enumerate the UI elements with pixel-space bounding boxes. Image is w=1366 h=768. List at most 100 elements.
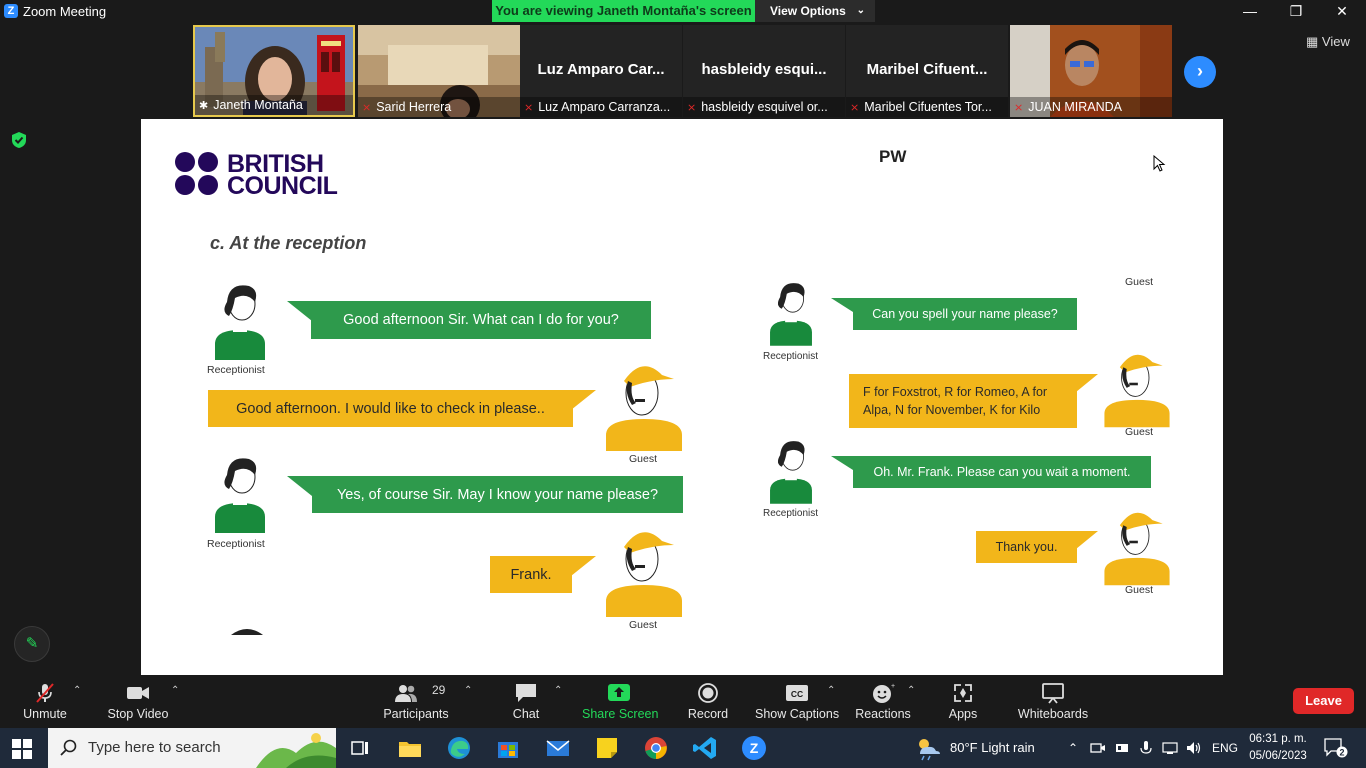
windows-start-icon[interactable] bbox=[12, 739, 32, 759]
taskbar-clock[interactable]: 06:31 p. m. 05/06/2023 bbox=[1247, 731, 1309, 765]
muted-mic-icon: ⨯ bbox=[850, 102, 860, 114]
whiteboards-button[interactable]: Whiteboards bbox=[1016, 675, 1090, 728]
volume-icon[interactable] bbox=[1186, 740, 1202, 756]
participant-tile[interactable]: Maribel Cifuent... ⨯ Maribel Cifuentes To… bbox=[846, 25, 1008, 117]
dialog-bubble: Can you spell your name please? bbox=[853, 298, 1077, 330]
record-button[interactable]: Record bbox=[686, 675, 730, 728]
close-button[interactable]: ✕ bbox=[1319, 0, 1365, 22]
pin-icon: ✱ bbox=[199, 100, 209, 112]
dialog-bubble: Good afternoon Sir. What can I do for yo… bbox=[311, 301, 651, 339]
chrome-browser-icon[interactable] bbox=[642, 734, 670, 762]
participant-tile[interactable]: hasbleidy esqui... ⨯ hasbleidy esquivel o… bbox=[683, 25, 845, 117]
chat-caret-icon[interactable]: ⌃ bbox=[554, 685, 562, 696]
show-captions-button[interactable]: CC Show Captions bbox=[755, 675, 839, 728]
bubble-tail bbox=[287, 476, 312, 496]
zoom-app-icon[interactable]: Z bbox=[740, 734, 768, 762]
svg-text:Z: Z bbox=[750, 740, 759, 756]
bubble-tail bbox=[1076, 531, 1098, 549]
dialog-bubble: Frank. bbox=[490, 556, 572, 593]
chat-button[interactable]: Chat bbox=[506, 675, 546, 728]
speaker-caption: Guest bbox=[1125, 276, 1154, 288]
participant-tile[interactable]: Luz Amparo Car... ⨯ Luz Amparo Carranza..… bbox=[520, 25, 682, 117]
chat-bubble-icon bbox=[516, 684, 536, 702]
usb-drive-icon[interactable] bbox=[1114, 740, 1130, 756]
logo-text: BRITISH COUNCIL bbox=[227, 150, 338, 200]
language-indicator[interactable]: ENG bbox=[1212, 728, 1238, 768]
weather-text[interactable]: 80°F Light rain bbox=[950, 728, 1035, 768]
restore-button[interactable]: ❐ bbox=[1273, 0, 1319, 22]
view-options-label: View Options bbox=[770, 4, 846, 18]
participants-label: Participants bbox=[383, 707, 449, 721]
captions-cc-icon: CC bbox=[786, 685, 808, 701]
leave-button[interactable]: Leave bbox=[1293, 688, 1354, 714]
security-shield-icon[interactable] bbox=[11, 131, 27, 149]
muted-mic-icon bbox=[36, 683, 54, 703]
participant-big-name: hasbleidy esqui... bbox=[701, 61, 827, 78]
partial-figure bbox=[231, 629, 263, 635]
show-hidden-icons-chevron-icon[interactable]: ⌃ bbox=[1068, 728, 1078, 768]
record-icon bbox=[698, 683, 718, 703]
edge-browser-icon[interactable] bbox=[445, 734, 473, 762]
guest-figure bbox=[606, 532, 682, 617]
participant-tile[interactable]: ✱ Janeth Montaña bbox=[193, 25, 355, 117]
video-camera-icon bbox=[127, 687, 149, 699]
minimize-button[interactable]: — bbox=[1227, 0, 1273, 22]
notification-center-icon[interactable]: 2 bbox=[1324, 737, 1348, 759]
bubble-tail bbox=[831, 298, 853, 312]
show-captions-label: Show Captions bbox=[755, 707, 840, 721]
mail-icon[interactable] bbox=[544, 734, 572, 762]
receptionist-figure bbox=[215, 285, 265, 360]
speaker-caption: Receptionist bbox=[763, 351, 819, 362]
stop-video-button[interactable]: Stop Video bbox=[103, 675, 173, 728]
network-icon[interactable] bbox=[1162, 740, 1178, 756]
speaker-caption: Receptionist bbox=[763, 508, 819, 519]
reactions-button[interactable]: + Reactions bbox=[853, 675, 913, 728]
participant-big-name: Maribel Cifuent... bbox=[866, 61, 988, 78]
receptionist-figure bbox=[770, 283, 812, 346]
reactions-caret-icon[interactable]: ⌃ bbox=[907, 685, 915, 696]
guest-figure bbox=[1104, 354, 1170, 428]
apps-icon bbox=[954, 684, 972, 702]
file-explorer-icon[interactable] bbox=[396, 734, 424, 762]
stop-video-label: Stop Video bbox=[107, 707, 169, 721]
view-options-button[interactable]: View Options ⌄ bbox=[755, 0, 875, 22]
apps-button[interactable]: Apps bbox=[943, 675, 983, 728]
bubble-tail bbox=[571, 556, 596, 576]
section-title: c. At the reception bbox=[210, 233, 367, 253]
captions-caret-icon[interactable]: ⌃ bbox=[827, 685, 835, 696]
sticky-notes-icon[interactable] bbox=[593, 734, 621, 762]
speaker-caption: Receptionist bbox=[207, 538, 265, 550]
task-view-icon[interactable] bbox=[346, 734, 374, 762]
weather-rain-icon[interactable] bbox=[914, 734, 942, 762]
mouse-cursor-icon bbox=[1153, 155, 1166, 172]
search-highlight-illustration bbox=[256, 733, 336, 768]
speaker-caption: Receptionist bbox=[207, 364, 265, 376]
participant-name: ⨯ Sarid Herrera bbox=[358, 97, 520, 117]
microsoft-store-icon[interactable] bbox=[494, 734, 522, 762]
participant-name: ⨯ Maribel Cifuentes Tor... bbox=[846, 97, 1008, 117]
svg-text:CC: CC bbox=[791, 689, 803, 699]
taskbar-search-input[interactable]: Type here to search bbox=[48, 728, 336, 768]
microphone-tray-icon[interactable] bbox=[1138, 740, 1154, 756]
bubble-tail bbox=[831, 456, 853, 470]
british-council-logo: BRITISH COUNCIL bbox=[175, 152, 345, 200]
share-screen-button[interactable]: Share Screen bbox=[582, 675, 658, 728]
participant-tile[interactable]: ⨯ Sarid Herrera bbox=[358, 25, 520, 117]
unmute-button[interactable]: Unmute bbox=[12, 675, 78, 728]
participants-icon bbox=[395, 685, 417, 702]
participants-caret-icon[interactable]: ⌃ bbox=[464, 685, 472, 696]
audio-options-caret-icon[interactable]: ⌃ bbox=[73, 685, 81, 696]
vscode-icon[interactable] bbox=[691, 734, 719, 762]
meet-now-camera-icon[interactable] bbox=[1090, 740, 1106, 756]
muted-mic-icon: ⨯ bbox=[687, 102, 697, 114]
receptionist-figure bbox=[215, 458, 265, 533]
speaker-caption: Guest bbox=[1125, 584, 1154, 596]
next-page-arrow-icon[interactable]: › bbox=[1184, 56, 1216, 88]
chevron-down-icon: ⌄ bbox=[856, 5, 865, 16]
participant-tile[interactable]: ⨯ JUAN MIRANDA bbox=[1010, 25, 1172, 117]
view-layout-button[interactable]: ▦ View bbox=[1306, 34, 1350, 50]
meeting-toolbar: Unmute ⌃ Stop Video ⌃ Participants 29 ⌃ bbox=[0, 675, 1366, 728]
participant-big-name: Luz Amparo Car... bbox=[537, 61, 665, 78]
annotate-pencil-icon[interactable]: ✎ bbox=[14, 626, 50, 662]
video-options-caret-icon[interactable]: ⌃ bbox=[171, 685, 179, 696]
